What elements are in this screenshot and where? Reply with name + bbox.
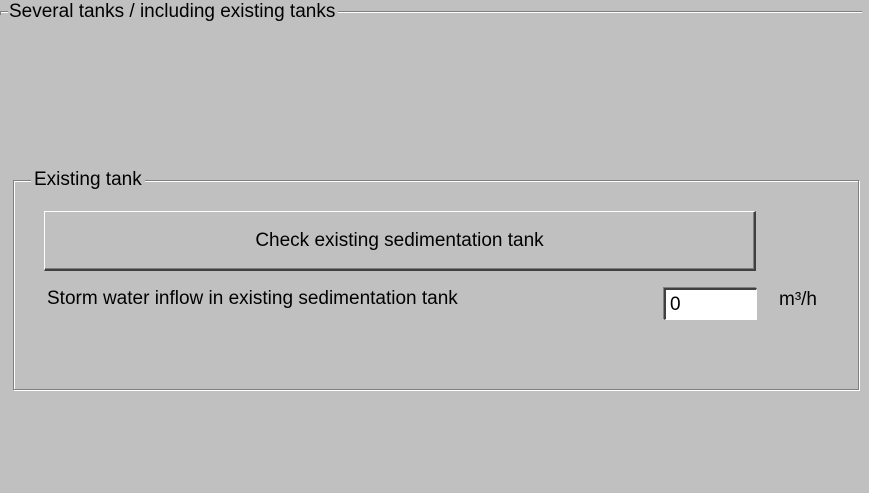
several-tanks-group-title: Several tanks / including existing tanks — [8, 1, 339, 23]
storm-water-inflow-input[interactable] — [664, 288, 757, 320]
inflow-unit-label: m³/h — [779, 289, 817, 310]
existing-tank-group-title: Existing tank — [31, 168, 145, 192]
group-border-stub — [0, 11, 1, 15]
storm-water-inflow-label: Storm water inflow in existing sedimenta… — [47, 288, 458, 309]
check-existing-sedimentation-tank-button[interactable]: Check existing sedimentation tank — [44, 211, 756, 271]
existing-tank-group: Existing tank Check existing sedimentati… — [13, 168, 859, 390]
several-tanks-group: Several tanks / including existing tanks… — [0, 0, 869, 493]
